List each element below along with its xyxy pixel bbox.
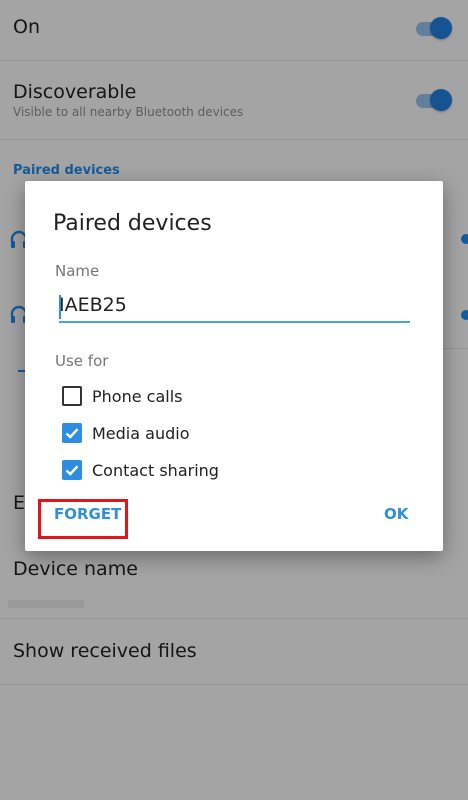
dialog-title: Paired devices [53,211,212,236]
text-cursor [59,295,61,319]
checkmark-icon [65,428,79,439]
device-name-input[interactable] [59,291,410,323]
use-for-label: Use for [55,352,109,370]
media-audio-label: Media audio [92,423,190,443]
ok-button[interactable]: OK [384,505,408,523]
media-audio-checkbox[interactable] [62,423,82,443]
checkmark-icon [65,465,79,476]
contact-sharing-checkbox[interactable] [62,460,82,480]
bluetooth-settings-screen: On Discoverable Visible to all nearby Bl… [0,0,468,800]
name-label: Name [55,262,100,280]
contact-sharing-label: Contact sharing [92,460,219,480]
paired-device-dialog: Paired devices Name Use for Phone calls … [25,181,443,551]
forget-highlight-box [38,499,128,539]
media-audio-option[interactable]: Media audio [62,421,189,445]
phone-calls-label: Phone calls [92,386,183,406]
phone-calls-checkbox[interactable] [62,386,82,406]
contact-sharing-option[interactable]: Contact sharing [62,458,219,482]
phone-calls-option[interactable]: Phone calls [62,384,182,408]
